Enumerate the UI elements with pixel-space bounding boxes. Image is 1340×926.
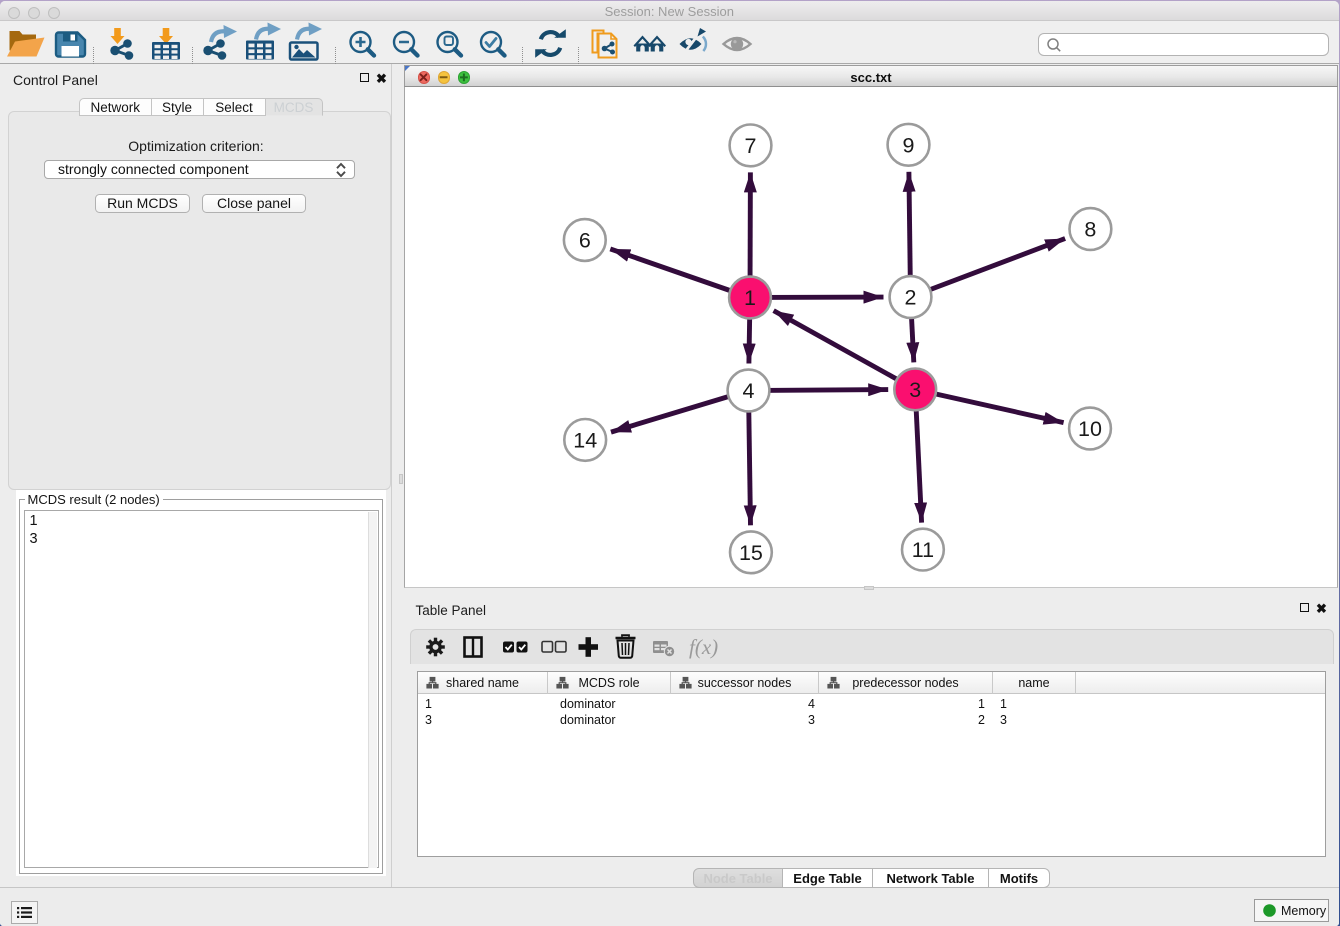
svg-text:1: 1 bbox=[744, 286, 756, 310]
svg-text:6: 6 bbox=[579, 229, 591, 253]
svg-text:4: 4 bbox=[743, 379, 755, 403]
svg-text:f(x): f(x) bbox=[689, 635, 718, 659]
svg-text:2: 2 bbox=[905, 286, 917, 310]
svg-text:9: 9 bbox=[903, 133, 915, 157]
svg-text:10: 10 bbox=[1078, 417, 1102, 441]
svg-text:7: 7 bbox=[745, 134, 757, 158]
svg-text:14: 14 bbox=[573, 429, 597, 453]
svg-text:11: 11 bbox=[912, 538, 934, 562]
svg-text:8: 8 bbox=[1084, 218, 1096, 242]
svg-text:3: 3 bbox=[909, 378, 921, 402]
svg-text:15: 15 bbox=[739, 541, 763, 565]
